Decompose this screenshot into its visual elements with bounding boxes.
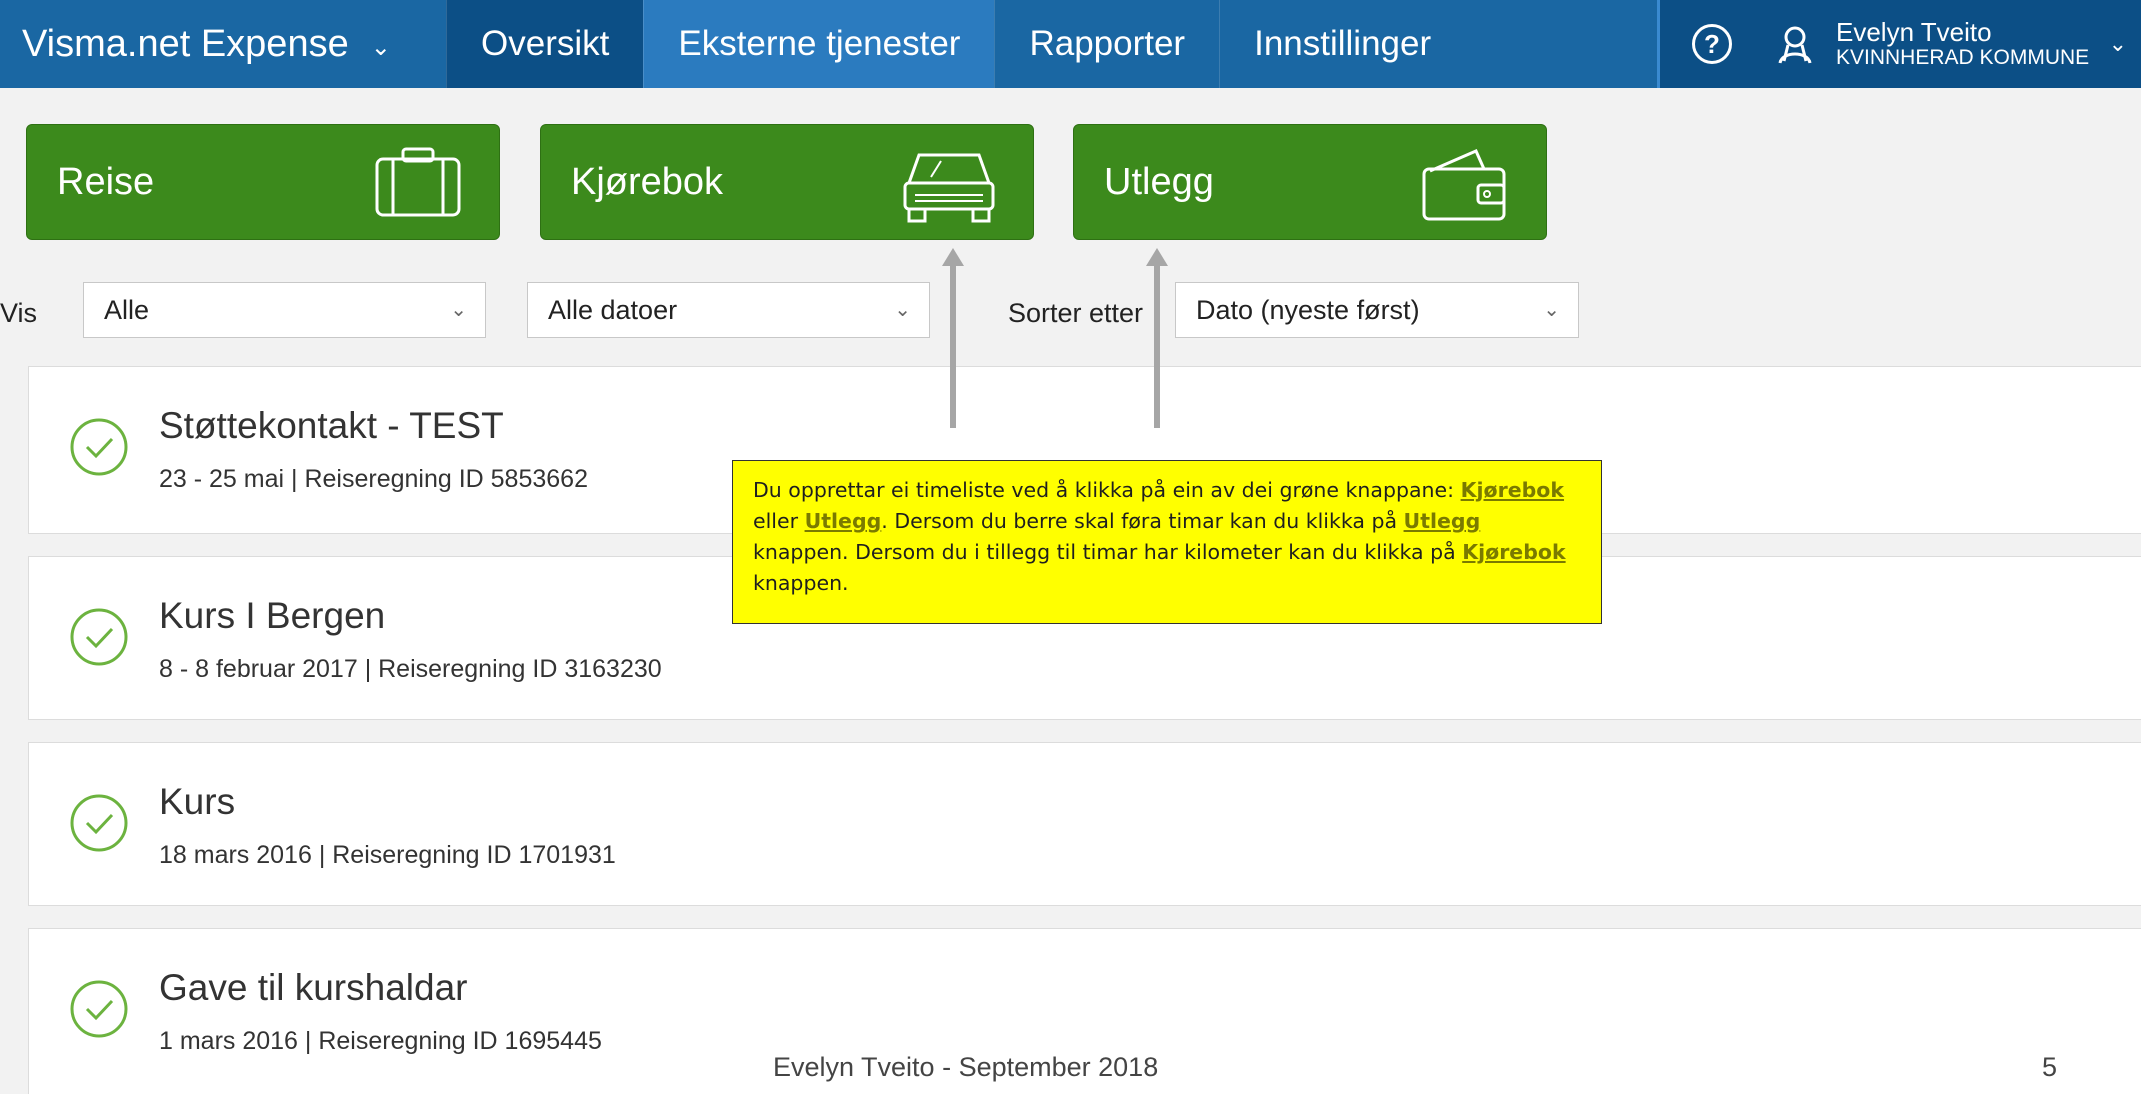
instruction-callout: Du opprettar ei timeliste ved å klikka p…	[732, 460, 1602, 624]
utlegg-button-label: Utlegg	[1104, 160, 1214, 203]
sort-label: Sorter etter	[1008, 298, 1144, 328]
arrow-line	[1154, 264, 1160, 428]
sort-select-value: Dato (nyeste først)	[1196, 294, 1420, 325]
check-circle-icon	[70, 980, 128, 1038]
item-title: Kurs	[159, 781, 236, 822]
item-subtitle: 1 mars 2016 | Reiseregning ID 1695445	[159, 1027, 602, 1055]
arrow-line	[950, 264, 956, 428]
kjorebok-button-label: Kjørebok	[571, 160, 724, 203]
help-icon[interactable]: ?	[1692, 24, 1732, 64]
user-menu[interactable]: ? Evelyn Tveito KVINNHERAD KOMMUNE ⌄	[1657, 0, 2141, 88]
check-circle-icon	[70, 608, 128, 666]
list-item[interactable]: Kurs 18 mars 2016 | Reiseregning ID 1701…	[28, 742, 2141, 906]
item-subtitle: 23 - 25 mai | Reiseregning ID 5853662	[159, 465, 588, 493]
callout-text: knappen.	[753, 571, 849, 595]
page-number: 5	[2042, 1052, 2058, 1082]
vis-label: Vis	[0, 298, 38, 328]
user-info: Evelyn Tveito KVINNHERAD KOMMUNE	[1836, 17, 2090, 69]
dates-select-value: Alle datoer	[548, 294, 678, 325]
item-subtitle: 18 mars 2016 | Reiseregning ID 1701931	[159, 841, 616, 869]
item-title: Gave til kurshaldar	[159, 967, 468, 1008]
tab-innstillinger[interactable]: Innstillinger	[1219, 0, 1465, 88]
chevron-down-icon: ⌄	[1543, 299, 1560, 321]
reise-button[interactable]: Reise	[26, 124, 500, 240]
user-icon	[1778, 26, 1812, 64]
check-circle-icon	[70, 418, 128, 476]
callout-text: eller	[753, 509, 805, 533]
user-name: Evelyn Tveito	[1836, 17, 1992, 48]
tab-oversikt[interactable]: Oversikt	[446, 0, 644, 88]
sort-select[interactable]: Dato (nyeste først) ⌄	[1175, 282, 1579, 338]
suitcase-icon	[375, 147, 461, 217]
chevron-down-icon: ⌄	[450, 299, 467, 321]
top-nav: Visma.net Expense ⌄ Oversikt Eksterne tj…	[0, 0, 2141, 88]
chevron-down-icon: ⌄	[2108, 31, 2127, 56]
tab-eksterne-tjenester[interactable]: Eksterne tjenester	[643, 0, 995, 88]
item-title: Støttekontakt - TEST	[159, 405, 504, 446]
reise-button-label: Reise	[57, 160, 155, 203]
item-subtitle: 8 - 8 februar 2017 | Reiseregning ID 316…	[159, 655, 662, 683]
app-brand-label: Visma.net Expense	[22, 22, 349, 65]
car-icon	[903, 153, 995, 223]
dates-select[interactable]: Alle datoer ⌄	[527, 282, 930, 338]
user-org: KVINNHERAD KOMMUNE	[1836, 45, 2090, 69]
callout-highlight-kjorebok: Kjørebok	[1460, 478, 1565, 502]
wallet-icon	[1422, 149, 1506, 221]
tab-rapporter[interactable]: Rapporter	[994, 0, 1219, 88]
check-circle-icon	[70, 794, 128, 852]
callout-text: Du opprettar ei timeliste ved å klikka p…	[753, 478, 1455, 502]
vis-select[interactable]: Alle ⌄	[83, 282, 486, 338]
callout-highlight-utlegg: Utlegg	[1403, 509, 1481, 533]
utlegg-button[interactable]: Utlegg	[1073, 124, 1547, 240]
chevron-down-icon: ⌄	[894, 299, 911, 321]
footer-text: Evelyn Tveito - September 2018	[773, 1052, 1159, 1082]
vis-select-value: Alle	[104, 294, 150, 325]
app-brand-menu[interactable]: Visma.net Expense ⌄	[0, 0, 446, 88]
callout-text: . Dersom du berre skal føra timar kan du…	[881, 509, 1404, 533]
kjorebok-button[interactable]: Kjørebok	[540, 124, 1034, 240]
callout-text: knappen. Dersom du i tillegg til timar h…	[753, 540, 1463, 564]
item-title: Kurs I Bergen	[159, 595, 386, 636]
chevron-down-icon: ⌄	[370, 33, 391, 61]
callout-highlight-utlegg: Utlegg	[804, 509, 882, 533]
callout-highlight-kjorebok: Kjørebok	[1462, 540, 1566, 564]
